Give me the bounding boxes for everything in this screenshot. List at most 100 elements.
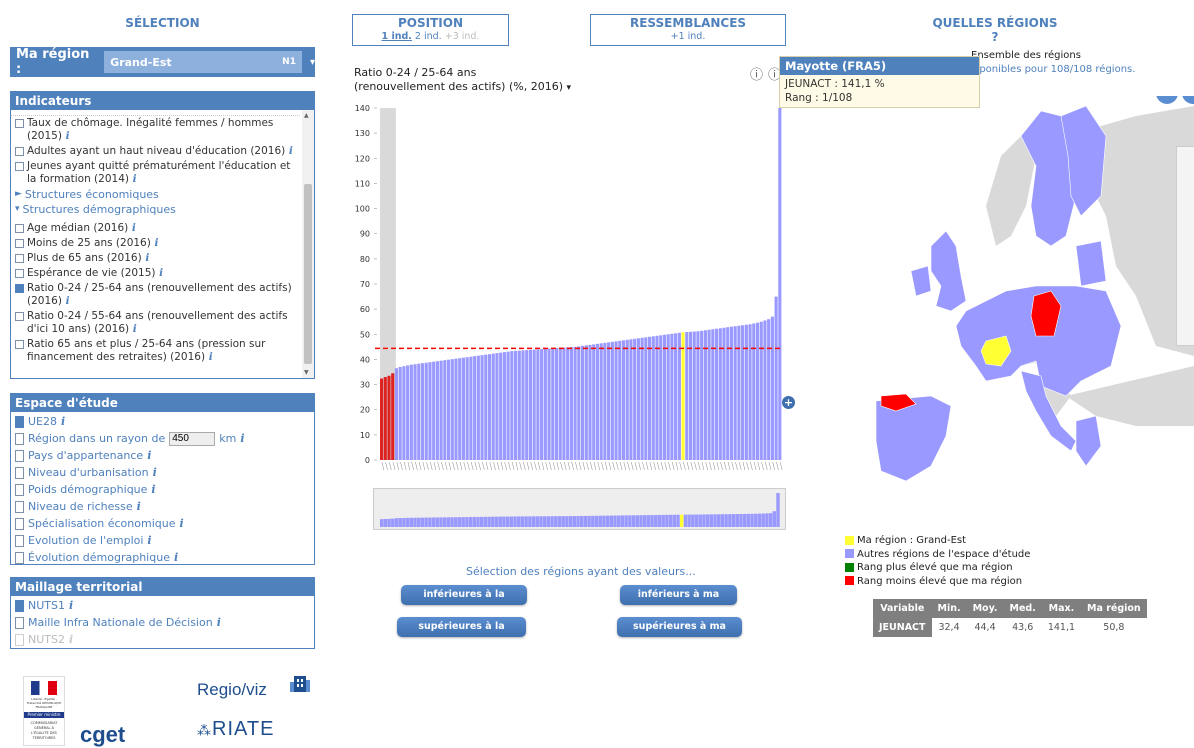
bar[interactable] xyxy=(499,352,503,460)
info-icon[interactable]: i xyxy=(62,130,70,142)
bar[interactable] xyxy=(759,321,763,460)
indicator-item[interactable]: Taux de chômage. Inégalité femmes / homm… xyxy=(11,116,300,144)
bar[interactable] xyxy=(610,341,614,460)
bar[interactable] xyxy=(461,357,466,460)
bar[interactable] xyxy=(558,347,562,460)
bar[interactable] xyxy=(685,332,689,460)
study-space-item[interactable]: Niveau de richesse i xyxy=(11,498,314,515)
bar[interactable] xyxy=(528,349,533,460)
bar[interactable] xyxy=(573,346,577,460)
bar[interactable] xyxy=(443,360,447,460)
bar[interactable] xyxy=(581,345,585,460)
info-icon[interactable]: i xyxy=(62,295,70,307)
bar[interactable] xyxy=(458,358,462,460)
bar[interactable] xyxy=(387,375,391,460)
indicators-list[interactable]: Taux de chômage. Inégalité femmes / homm… xyxy=(11,110,314,378)
bar[interactable] xyxy=(607,342,611,460)
bar[interactable] xyxy=(629,339,633,460)
checkbox[interactable] xyxy=(15,500,24,513)
bar[interactable] xyxy=(435,361,439,460)
bar[interactable] xyxy=(763,320,767,460)
bar[interactable] xyxy=(584,345,588,460)
bar[interactable] xyxy=(674,333,678,460)
bar[interactable] xyxy=(540,349,544,460)
bar[interactable] xyxy=(447,359,451,460)
bar[interactable] xyxy=(432,361,436,460)
study-space-item[interactable]: Evolution de l'emploi i xyxy=(11,532,314,549)
bar[interactable] xyxy=(744,324,748,460)
checkbox[interactable] xyxy=(15,551,24,564)
checkbox[interactable] xyxy=(15,483,24,496)
bar[interactable] xyxy=(380,378,384,460)
bar[interactable] xyxy=(543,348,547,460)
bar[interactable] xyxy=(521,350,525,460)
bar[interactable] xyxy=(473,356,477,460)
bar[interactable] xyxy=(770,316,774,460)
checkbox[interactable] xyxy=(15,466,24,479)
info-icon[interactable]: i xyxy=(69,598,73,613)
bar[interactable] xyxy=(424,362,428,460)
bar[interactable] xyxy=(413,364,417,460)
bar[interactable] xyxy=(487,354,492,460)
bar[interactable] xyxy=(547,348,551,460)
navigator[interactable] xyxy=(373,488,786,530)
btn-inferieurs-ma-region[interactable]: inférieurs à ma région xyxy=(620,585,737,620)
checkbox[interactable] xyxy=(15,616,24,629)
checkbox[interactable] xyxy=(15,147,24,156)
bar[interactable] xyxy=(484,354,488,460)
info-icon[interactable]: i xyxy=(129,323,137,335)
bar[interactable] xyxy=(562,347,566,460)
info-icon[interactable]: i xyxy=(147,448,151,463)
info-icon[interactable]: i xyxy=(129,173,137,185)
bar[interactable] xyxy=(677,332,681,460)
bar[interactable] xyxy=(439,360,443,460)
bar[interactable] xyxy=(569,347,573,460)
bar[interactable] xyxy=(722,327,726,460)
bar[interactable] xyxy=(402,366,406,460)
checkbox[interactable] xyxy=(15,284,24,293)
bar[interactable] xyxy=(603,342,607,460)
group-economic[interactable]: ► Structures économiques xyxy=(11,187,300,202)
bar[interactable] xyxy=(506,351,510,460)
bar[interactable] xyxy=(733,326,737,460)
mesh-item[interactable]: Maille Infra Nationale de Décision i xyxy=(11,614,314,631)
btn-superieures-ma-region[interactable]: supérieures à ma région xyxy=(617,617,742,652)
bar[interactable] xyxy=(703,330,707,460)
bar[interactable] xyxy=(383,377,387,460)
bar[interactable] xyxy=(752,323,756,460)
scrollbar[interactable]: ▲ ▼ xyxy=(302,110,314,378)
mesh-item[interactable]: NUTS1 i xyxy=(11,597,314,614)
checkbox[interactable] xyxy=(15,224,24,233)
info-icon[interactable]: i xyxy=(153,465,157,480)
bar[interactable] xyxy=(577,346,581,460)
info-icon[interactable]: ⓘ xyxy=(750,64,763,83)
bar[interactable] xyxy=(648,336,652,460)
bar[interactable] xyxy=(700,330,704,460)
bar[interactable] xyxy=(417,363,421,460)
checkbox[interactable] xyxy=(15,449,24,462)
bar[interactable] xyxy=(536,349,540,460)
group-demo[interactable]: ▾ Structures démographiques xyxy=(11,202,300,217)
option-2-ind[interactable]: 2 ind. xyxy=(415,31,442,42)
bar[interactable] xyxy=(633,338,637,460)
bar[interactable] xyxy=(517,350,521,460)
demo-indicator-item[interactable]: Plus de 65 ans (2016) i xyxy=(11,251,300,266)
scroll-up-icon[interactable]: ▲ xyxy=(304,112,309,119)
info-icon[interactable]: i xyxy=(179,516,183,531)
study-space-item[interactable]: Région dans un rayon de kmi xyxy=(11,430,314,447)
tab-position[interactable]: POSITION 1 ind. 2 ind. +3 ind. xyxy=(352,14,509,46)
bar[interactable] xyxy=(454,358,458,460)
bar[interactable] xyxy=(748,324,752,460)
bar[interactable] xyxy=(755,322,760,460)
bar[interactable] xyxy=(767,319,771,460)
info-icon[interactable]: i xyxy=(151,237,158,249)
bar[interactable] xyxy=(774,296,778,460)
bar[interactable] xyxy=(659,335,663,460)
bar[interactable] xyxy=(614,341,618,460)
chart-dropdown-icon[interactable]: ▾ xyxy=(566,83,571,93)
info-icon[interactable]: i xyxy=(174,550,178,565)
map[interactable]: - + xyxy=(836,96,1194,526)
info-icon[interactable]: i xyxy=(142,252,149,264)
bar[interactable] xyxy=(729,326,734,460)
bar[interactable] xyxy=(491,353,495,460)
